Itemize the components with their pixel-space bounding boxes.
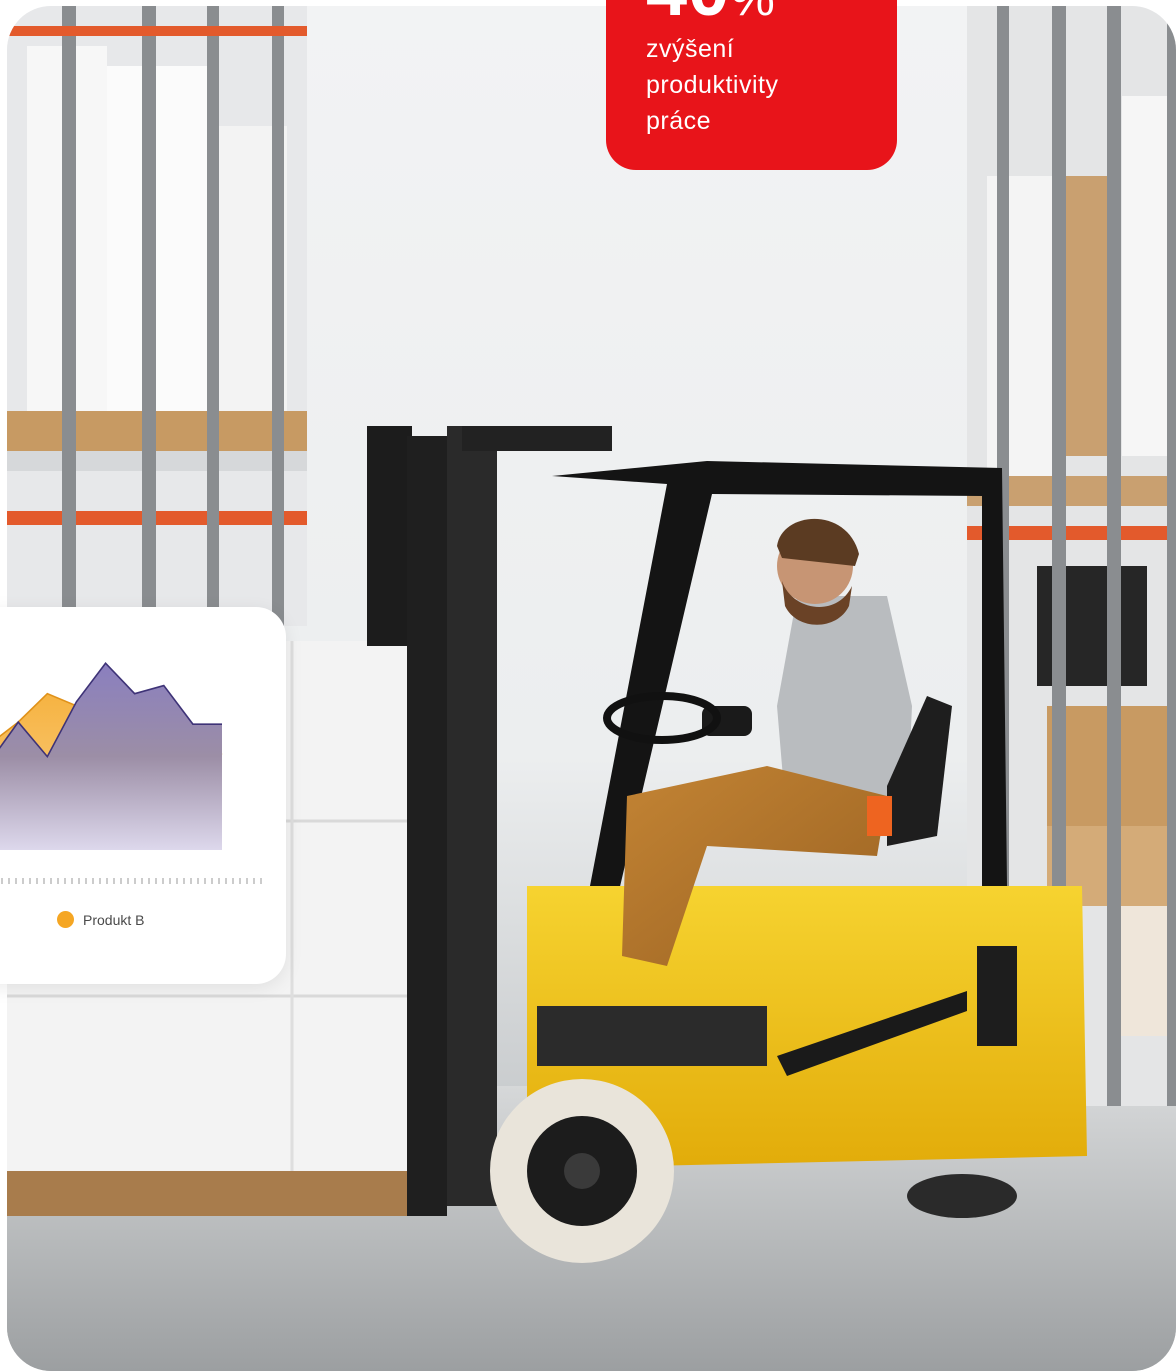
area-chart (0, 662, 262, 884)
sales-chart-card: A Produkt B (0, 607, 286, 984)
stat-description-line: zvýšení (646, 35, 735, 63)
x-axis-ticks (1, 878, 262, 884)
stat-description-line: práce (646, 107, 712, 135)
stat-description-line: produktivity (646, 71, 779, 99)
area-series-a (0, 663, 222, 850)
stat-description: zvýšení produktivity práce (646, 31, 866, 139)
legend-item-series-b: Produkt B (57, 911, 144, 928)
legend-dot-icon (57, 911, 74, 928)
productivity-stat-card: 40% zvýšení produktivity práce (606, 0, 897, 170)
legend-label: Produkt B (83, 911, 145, 928)
front-wheel (490, 1079, 674, 1263)
stat-value: 40% (646, 0, 776, 28)
stat-unit: % (730, 0, 775, 26)
left-racking (7, 6, 307, 626)
chart-plot-area (0, 662, 223, 850)
